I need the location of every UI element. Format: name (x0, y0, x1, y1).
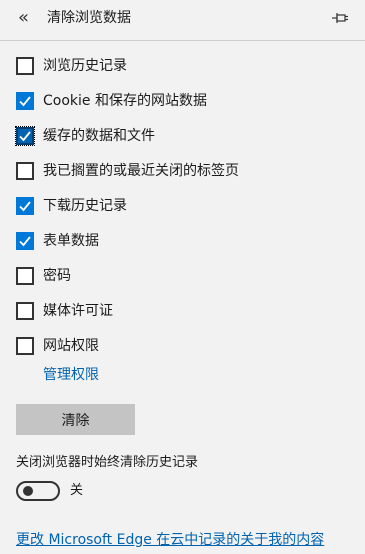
option-row[interactable]: 缓存的数据和文件 (15, 125, 155, 147)
option-row[interactable]: Cookie 和保存的网站数据 (16, 90, 207, 112)
toggle-knob (23, 486, 33, 496)
panel-header: « 清除浏览数据 (0, 0, 365, 41)
checkmark-icon (19, 131, 31, 142)
option-label: Cookie 和保存的网站数据 (43, 93, 207, 109)
checkbox-unchecked[interactable] (16, 337, 34, 355)
option-label: 网站权限 (43, 338, 99, 354)
checkbox-checked[interactable] (15, 126, 35, 146)
option-label: 下载历史记录 (43, 198, 127, 214)
option-label: 我已搁置的或最近关闭的标签页 (43, 163, 239, 179)
checkmark-icon (19, 201, 31, 212)
option-label: 表单数据 (43, 233, 99, 249)
checkbox-checked[interactable] (16, 232, 34, 250)
option-row[interactable]: 网站权限 (16, 335, 99, 357)
checkbox-unchecked[interactable] (16, 162, 34, 180)
option-row[interactable]: 表单数据 (16, 230, 99, 252)
always-clear-label: 关闭浏览器时始终清除历史记录 (16, 455, 199, 470)
option-label: 媒体许可证 (43, 303, 113, 319)
checkbox-checked[interactable] (16, 197, 34, 215)
pin-icon[interactable] (331, 11, 349, 25)
option-label: 浏览历史记录 (43, 58, 127, 74)
clear-button[interactable]: 清除 (16, 404, 135, 435)
back-chevron-icon[interactable]: « (18, 8, 29, 28)
option-label: 缓存的数据和文件 (43, 128, 155, 144)
option-row[interactable]: 浏览历史记录 (16, 55, 127, 77)
checkbox-unchecked[interactable] (16, 267, 34, 285)
checkbox-checked[interactable] (16, 92, 34, 110)
checkmark-icon (19, 96, 31, 107)
change-cloud-data-link[interactable]: 更改 Microsoft Edge 在云中记录的关于我的内容 (16, 531, 324, 549)
checkmark-icon (19, 236, 31, 247)
option-label: 密码 (43, 268, 71, 284)
toggle-state-text: 关 (70, 483, 84, 498)
checkbox-unchecked[interactable] (16, 302, 34, 320)
option-row[interactable]: 我已搁置的或最近关闭的标签页 (16, 160, 239, 182)
checkbox-unchecked[interactable] (16, 57, 34, 75)
panel-title: 清除浏览数据 (47, 10, 131, 26)
option-row[interactable]: 下载历史记录 (16, 195, 127, 217)
option-row[interactable]: 媒体许可证 (16, 300, 113, 322)
option-row[interactable]: 密码 (16, 265, 71, 287)
always-clear-toggle[interactable] (16, 481, 60, 501)
manage-permissions-link[interactable]: 管理权限 (43, 366, 99, 384)
